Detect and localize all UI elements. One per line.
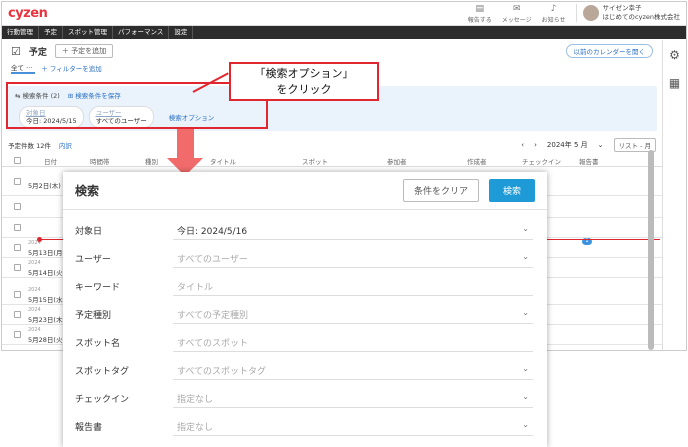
field-keyword[interactable]: キーワード タイトル bbox=[63, 271, 547, 299]
row-checkbox[interactable] bbox=[14, 311, 21, 318]
col-date: 日付 bbox=[44, 157, 57, 166]
bell-icon: ♪ bbox=[550, 3, 557, 14]
field-user[interactable]: ユーザー すべてのユーザー ⌄ bbox=[63, 243, 547, 271]
next-month-icon[interactable]: › bbox=[534, 141, 537, 149]
col-spot: スポット bbox=[302, 157, 328, 166]
search-modal: 検索 条件をクリア 検索 対象日 今日: 2024/5/16 ⌄ ユーザー すべて… bbox=[63, 172, 547, 447]
row-checkbox[interactable] bbox=[14, 224, 21, 231]
chevron-down-icon: ⌄ bbox=[522, 420, 529, 429]
chevron-down-icon: ⌄ bbox=[522, 364, 529, 373]
keyword-input[interactable]: タイトル bbox=[173, 274, 533, 296]
clear-conditions-button[interactable]: 条件をクリア bbox=[402, 179, 479, 202]
nav-performance[interactable]: パフォーマンス bbox=[113, 26, 170, 39]
chevron-down-icon: ⌄ bbox=[522, 224, 529, 233]
instruction-callout: 「検索オプション」 をクリック bbox=[229, 62, 379, 101]
down-arrow-icon bbox=[177, 129, 194, 159]
field-spot-name[interactable]: スポット名 すべてのスポット bbox=[63, 327, 547, 355]
row-checkbox[interactable] bbox=[14, 244, 21, 251]
spot-tag-select[interactable]: すべてのスポットタグ ⌄ bbox=[173, 358, 533, 380]
row-checkbox[interactable] bbox=[14, 264, 21, 271]
nav-activity[interactable]: 行動管理 bbox=[2, 26, 39, 39]
user-select[interactable]: すべてのユーザー ⌄ bbox=[173, 246, 533, 268]
add-filter-link[interactable]: ＋ フィルターを追加 bbox=[41, 63, 101, 73]
chevron-down-icon: ⌄ bbox=[522, 392, 529, 401]
field-target-date[interactable]: 対象日 今日: 2024/5/16 ⌄ bbox=[63, 215, 547, 243]
building-icon[interactable]: ▦ bbox=[669, 76, 680, 90]
schedule-type-select[interactable]: すべての予定種別 ⌄ bbox=[173, 302, 533, 324]
avatar bbox=[582, 4, 599, 21]
row-checkbox[interactable] bbox=[14, 203, 21, 210]
month-select[interactable]: 2024年 5 月 bbox=[547, 140, 588, 150]
main-nav: 行動管理 予定 スポット管理 パフォーマンス 設定 bbox=[2, 26, 686, 39]
page-title: 予定 bbox=[28, 47, 47, 58]
select-all-checkbox[interactable] bbox=[14, 157, 21, 164]
col-participants: 参加者 bbox=[387, 157, 407, 166]
field-report[interactable]: 報告書 指定なし ⌄ bbox=[63, 411, 547, 439]
message-icon: ✉ bbox=[512, 3, 521, 14]
message-button[interactable]: ✉ メッセージ bbox=[502, 4, 532, 24]
scrollbar[interactable] bbox=[648, 150, 654, 350]
row-checkbox[interactable] bbox=[14, 331, 21, 338]
col-type: 種別 bbox=[145, 157, 158, 166]
col-report: 報告書 bbox=[579, 157, 599, 166]
today-dot bbox=[37, 237, 42, 242]
chevron-down-icon: ⌄ bbox=[597, 141, 604, 149]
user-name: サイゼン幸子 bbox=[602, 3, 642, 12]
calendar-icon: ☑ bbox=[11, 44, 21, 58]
chevron-down-icon: ⌄ bbox=[522, 308, 529, 317]
nav-schedule[interactable]: 予定 bbox=[39, 26, 63, 39]
target-date-select[interactable]: 今日: 2024/5/16 ⌄ bbox=[173, 218, 533, 240]
col-time: 時間帯 bbox=[90, 157, 110, 166]
add-schedule-button[interactable]: ＋ 予定を追加 bbox=[54, 44, 114, 58]
row-checkbox[interactable] bbox=[14, 291, 21, 298]
spot-name-input[interactable]: すべてのスポット bbox=[173, 330, 533, 352]
notification-button[interactable]: ♪ お知らせ bbox=[542, 4, 566, 24]
old-calendar-button[interactable]: 以前のカレンダーを開く bbox=[565, 44, 653, 58]
gear-icon[interactable]: ⚙ bbox=[669, 48, 680, 62]
top-bar: cyzen ▤ 報告する ✉ メッセージ ♪ お知らせ サイゼン幸子 はじめての… bbox=[2, 2, 686, 26]
nav-spot[interactable]: スポット管理 bbox=[63, 26, 113, 39]
checkin-select[interactable]: 指定なし ⌄ bbox=[173, 386, 533, 408]
nav-settings[interactable]: 設定 bbox=[169, 26, 194, 39]
field-spot-tag[interactable]: スポットタグ すべてのスポットタグ ⌄ bbox=[63, 355, 547, 383]
search-button[interactable]: 検索 bbox=[488, 179, 535, 202]
report-button[interactable]: ▤ 報告する bbox=[468, 4, 492, 24]
user-company: はじめてのcyzen株式会社 bbox=[602, 12, 680, 21]
report-select[interactable]: 指定なし ⌄ bbox=[173, 414, 533, 436]
cyzen-logo[interactable]: cyzen bbox=[8, 6, 48, 21]
chevron-down-icon: ⌄ bbox=[522, 252, 529, 261]
row-checkbox[interactable] bbox=[14, 178, 21, 185]
field-checkin[interactable]: チェックイン 指定なし ⌄ bbox=[63, 383, 547, 411]
all-filter-select[interactable]: 全て ··· bbox=[11, 62, 36, 74]
right-sidebar: ⚙ ▦ bbox=[662, 40, 686, 350]
modal-title: 検索 bbox=[75, 184, 100, 198]
breakdown-link[interactable]: 内訳 bbox=[59, 140, 72, 150]
table-header: 日付 時間帯 種別 タイトル スポット 参加者 作成者 チェックイン 報告書 bbox=[2, 155, 662, 167]
report-icon: ▤ bbox=[475, 3, 485, 14]
prev-month-icon[interactable]: ‹ bbox=[521, 141, 524, 149]
schedule-count: 予定件数 12件 bbox=[8, 142, 51, 150]
col-creator: 作成者 bbox=[467, 157, 487, 166]
field-schedule-type[interactable]: 予定種別 すべての予定種別 ⌄ bbox=[63, 299, 547, 327]
col-title: タイトル bbox=[210, 157, 236, 166]
col-checkin: チェックイン bbox=[522, 157, 561, 166]
user-menu[interactable]: サイゼン幸子 はじめてのcyzen株式会社 bbox=[575, 3, 680, 22]
